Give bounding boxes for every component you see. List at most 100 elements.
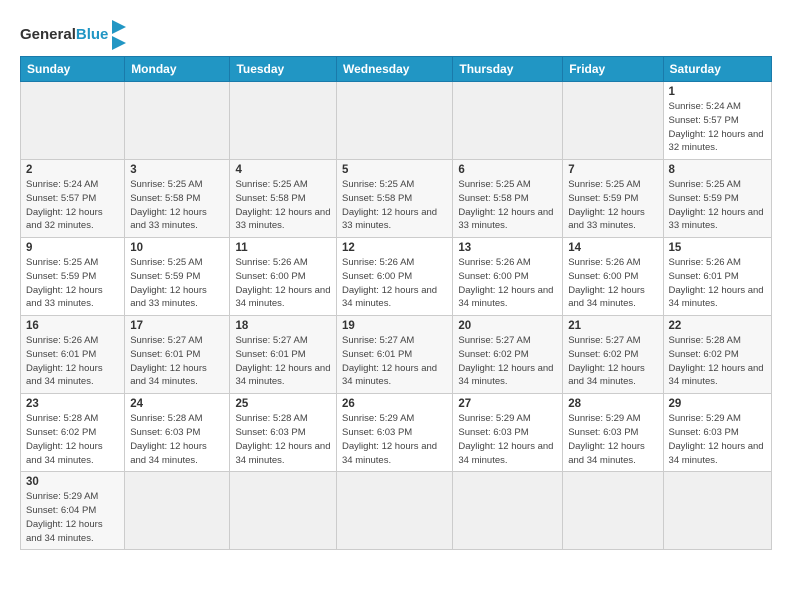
column-header-tuesday: Tuesday bbox=[230, 57, 337, 82]
calendar-cell bbox=[21, 82, 125, 160]
calendar-cell: 29 Sunrise: 5:29 AMSunset: 6:03 PMDayligh… bbox=[663, 394, 771, 472]
day-number: 3 bbox=[130, 164, 224, 176]
day-info: Sunrise: 5:29 AMSunset: 6:03 PMDaylight:… bbox=[342, 412, 447, 467]
day-info: Sunrise: 5:29 AMSunset: 6:03 PMDaylight:… bbox=[568, 412, 657, 467]
calendar-cell: 3 Sunrise: 5:25 AMSunset: 5:58 PMDaylight… bbox=[125, 160, 230, 238]
calendar-cell bbox=[453, 472, 563, 550]
day-info: Sunrise: 5:26 AMSunset: 6:00 PMDaylight:… bbox=[458, 256, 557, 311]
calendar-cell: 9Sunrise: 5:25 AMSunset: 5:59 PMDaylight… bbox=[21, 238, 125, 316]
day-number: 29 bbox=[669, 398, 766, 410]
calendar-week-6: 30 Sunrise: 5:29 AMSunset: 6:04 PMDayligh… bbox=[21, 472, 772, 550]
day-info: Sunrise: 5:26 AMSunset: 6:00 PMDaylight:… bbox=[568, 256, 657, 311]
calendar-cell: 16 Sunrise: 5:26 AMSunset: 6:01 PMDayligh… bbox=[21, 316, 125, 394]
day-number: 16 bbox=[26, 320, 119, 332]
day-number: 26 bbox=[342, 398, 447, 410]
calendar-cell bbox=[453, 82, 563, 160]
calendar-cell: 4Sunrise: 5:25 AMSunset: 5:58 PMDaylight… bbox=[230, 160, 337, 238]
day-number: 8 bbox=[669, 164, 766, 176]
column-header-friday: Friday bbox=[563, 57, 663, 82]
day-info: Sunrise: 5:25 AMSunset: 5:59 PMDaylight:… bbox=[669, 178, 766, 233]
calendar-cell bbox=[125, 82, 230, 160]
day-number: 20 bbox=[458, 320, 557, 332]
day-info: Sunrise: 5:25 AMSunset: 5:58 PMDaylight:… bbox=[458, 178, 557, 233]
calendar-cell: 10Sunrise: 5:25 AMSunset: 5:59 PMDayligh… bbox=[125, 238, 230, 316]
day-info: Sunrise: 5:24 AMSunset: 5:57 PMDaylight:… bbox=[26, 178, 119, 233]
calendar-week-1: 1 Sunrise: 5:24 AMSunset: 5:57 PMDaylight… bbox=[21, 82, 772, 160]
calendar-cell: 19Sunrise: 5:27 AMSunset: 6:01 PMDayligh… bbox=[336, 316, 452, 394]
header-row: SundayMondayTuesdayWednesdayThursdayFrid… bbox=[21, 57, 772, 82]
day-number: 22 bbox=[669, 320, 766, 332]
calendar-cell: 5Sunrise: 5:25 AMSunset: 5:58 PMDaylight… bbox=[336, 160, 452, 238]
day-info: Sunrise: 5:29 AMSunset: 6:03 PMDaylight:… bbox=[458, 412, 557, 467]
calendar-week-4: 16 Sunrise: 5:26 AMSunset: 6:01 PMDayligh… bbox=[21, 316, 772, 394]
column-header-sunday: Sunday bbox=[21, 57, 125, 82]
calendar-week-5: 23 Sunrise: 5:28 AMSunset: 6:02 PMDayligh… bbox=[21, 394, 772, 472]
day-info: Sunrise: 5:28 AMSunset: 6:03 PMDaylight:… bbox=[130, 412, 224, 467]
calendar-cell: 6Sunrise: 5:25 AMSunset: 5:58 PMDaylight… bbox=[453, 160, 563, 238]
day-number: 23 bbox=[26, 398, 119, 410]
calendar-header: SundayMondayTuesdayWednesdayThursdayFrid… bbox=[21, 57, 772, 82]
day-info: Sunrise: 5:25 AMSunset: 5:59 PMDaylight:… bbox=[130, 256, 224, 311]
day-info: Sunrise: 5:27 AMSunset: 6:01 PMDaylight:… bbox=[235, 334, 331, 389]
day-info: Sunrise: 5:25 AMSunset: 5:58 PMDaylight:… bbox=[235, 178, 331, 233]
calendar-cell: 1 Sunrise: 5:24 AMSunset: 5:57 PMDaylight… bbox=[663, 82, 771, 160]
calendar-cell: 12Sunrise: 5:26 AMSunset: 6:00 PMDayligh… bbox=[336, 238, 452, 316]
calendar-cell: 27Sunrise: 5:29 AMSunset: 6:03 PMDayligh… bbox=[453, 394, 563, 472]
calendar-cell: 30 Sunrise: 5:29 AMSunset: 6:04 PMDayligh… bbox=[21, 472, 125, 550]
day-number: 24 bbox=[130, 398, 224, 410]
day-info: Sunrise: 5:28 AMSunset: 6:02 PMDaylight:… bbox=[669, 334, 766, 389]
calendar-week-2: 2 Sunrise: 5:24 AMSunset: 5:57 PMDaylight… bbox=[21, 160, 772, 238]
calendar-cell bbox=[125, 472, 230, 550]
day-number: 9 bbox=[26, 242, 119, 254]
logo-text: GeneralBlue bbox=[20, 27, 108, 44]
day-number: 21 bbox=[568, 320, 657, 332]
day-info: Sunrise: 5:28 AMSunset: 6:02 PMDaylight:… bbox=[26, 412, 119, 467]
calendar-cell: 28 Sunrise: 5:29 AMSunset: 6:03 PMDayligh… bbox=[563, 394, 663, 472]
calendar-cell: 7Sunrise: 5:25 AMSunset: 5:59 PMDaylight… bbox=[563, 160, 663, 238]
day-number: 28 bbox=[568, 398, 657, 410]
calendar-cell bbox=[563, 82, 663, 160]
column-header-wednesday: Wednesday bbox=[336, 57, 452, 82]
column-header-monday: Monday bbox=[125, 57, 230, 82]
day-info: Sunrise: 5:25 AMSunset: 5:59 PMDaylight:… bbox=[568, 178, 657, 233]
calendar-cell: 26 Sunrise: 5:29 AMSunset: 6:03 PMDayligh… bbox=[336, 394, 452, 472]
calendar-cell: 11 Sunrise: 5:26 AMSunset: 6:00 PMDayligh… bbox=[230, 238, 337, 316]
calendar-cell bbox=[663, 472, 771, 550]
day-info: Sunrise: 5:25 AMSunset: 5:58 PMDaylight:… bbox=[130, 178, 224, 233]
calendar-cell: 24 Sunrise: 5:28 AMSunset: 6:03 PMDayligh… bbox=[125, 394, 230, 472]
day-info: Sunrise: 5:27 AMSunset: 6:02 PMDaylight:… bbox=[458, 334, 557, 389]
day-info: Sunrise: 5:28 AMSunset: 6:03 PMDaylight:… bbox=[235, 412, 331, 467]
day-number: 25 bbox=[235, 398, 331, 410]
day-info: Sunrise: 5:24 AMSunset: 5:57 PMDaylight:… bbox=[669, 100, 766, 155]
day-number: 5 bbox=[342, 164, 447, 176]
day-info: Sunrise: 5:26 AMSunset: 6:01 PMDaylight:… bbox=[669, 256, 766, 311]
calendar-week-3: 9 Sunrise: 5:25 AMSunset: 5:59 PMDaylight… bbox=[21, 238, 772, 316]
calendar-cell: 25 Sunrise: 5:28 AMSunset: 6:03 PMDayligh… bbox=[230, 394, 337, 472]
day-info: Sunrise: 5:29 AMSunset: 6:03 PMDaylight:… bbox=[669, 412, 766, 467]
day-info: Sunrise: 5:26 AMSunset: 6:00 PMDaylight:… bbox=[235, 256, 331, 311]
column-header-thursday: Thursday bbox=[453, 57, 563, 82]
calendar-cell bbox=[230, 472, 337, 550]
logo: GeneralBlue bbox=[20, 20, 126, 50]
day-number: 2 bbox=[26, 164, 119, 176]
day-info: Sunrise: 5:27 AMSunset: 6:01 PMDaylight:… bbox=[130, 334, 224, 389]
day-number: 19 bbox=[342, 320, 447, 332]
calendar-cell: 13 Sunrise: 5:26 AMSunset: 6:00 PMDayligh… bbox=[453, 238, 563, 316]
calendar-cell bbox=[230, 82, 337, 160]
calendar-cell bbox=[336, 82, 452, 160]
day-number: 11 bbox=[235, 242, 331, 254]
day-number: 30 bbox=[26, 476, 119, 488]
day-number: 13 bbox=[458, 242, 557, 254]
calendar-cell: 21Sunrise: 5:27 AMSunset: 6:02 PMDayligh… bbox=[563, 316, 663, 394]
day-number: 14 bbox=[568, 242, 657, 254]
day-number: 18 bbox=[235, 320, 331, 332]
day-number: 15 bbox=[669, 242, 766, 254]
column-header-saturday: Saturday bbox=[663, 57, 771, 82]
day-info: Sunrise: 5:29 AMSunset: 6:04 PMDaylight:… bbox=[26, 490, 119, 545]
day-info: Sunrise: 5:26 AMSunset: 6:01 PMDaylight:… bbox=[26, 334, 119, 389]
calendar-cell: 14 Sunrise: 5:26 AMSunset: 6:00 PMDayligh… bbox=[563, 238, 663, 316]
calendar-cell: 15 Sunrise: 5:26 AMSunset: 6:01 PMDayligh… bbox=[663, 238, 771, 316]
day-number: 1 bbox=[669, 86, 766, 98]
calendar-cell bbox=[563, 472, 663, 550]
day-info: Sunrise: 5:26 AMSunset: 6:00 PMDaylight:… bbox=[342, 256, 447, 311]
